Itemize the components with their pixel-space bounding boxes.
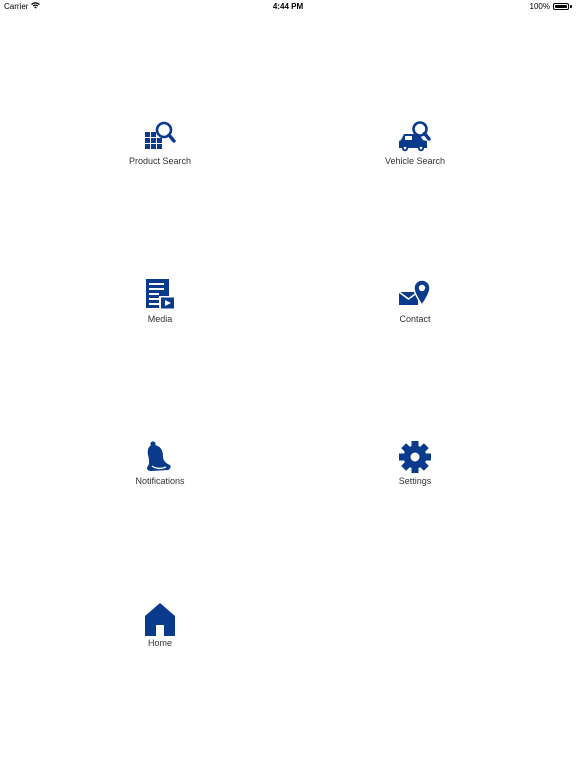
gear-icon bbox=[398, 440, 432, 474]
status-bar: Carrier 4:44 PM 100% bbox=[0, 0, 576, 12]
menu-item-contact[interactable]: Contact bbox=[335, 278, 495, 338]
battery-icon bbox=[553, 3, 569, 10]
notifications-icon bbox=[143, 440, 177, 474]
menu-item-product-search[interactable]: Product Search bbox=[80, 120, 240, 180]
menu-item-notifications[interactable]: Notifications bbox=[80, 440, 240, 500]
menu-item-home[interactable]: Home bbox=[80, 602, 240, 662]
menu-item-vehicle-search[interactable]: Vehicle Search bbox=[335, 120, 495, 180]
status-right: 100% bbox=[530, 2, 572, 11]
vehicle-search-icon bbox=[398, 120, 432, 154]
contact-icon bbox=[398, 278, 432, 312]
menu-item-label: Contact bbox=[399, 314, 431, 324]
menu-item-label: Product Search bbox=[128, 156, 192, 166]
home-icon bbox=[143, 602, 177, 636]
battery-percent: 100% bbox=[529, 2, 550, 11]
menu-item-label: Settings bbox=[398, 476, 432, 486]
menu-item-label: Notifications bbox=[135, 476, 185, 486]
battery-cap bbox=[570, 5, 572, 8]
menu-item-settings[interactable]: Settings bbox=[335, 440, 495, 500]
menu-item-media[interactable]: Media bbox=[80, 278, 240, 338]
media-icon bbox=[143, 278, 177, 312]
menu-item-label: Vehicle Search bbox=[384, 156, 446, 166]
battery-fill bbox=[555, 5, 567, 8]
menu-item-label: Home bbox=[147, 638, 172, 648]
status-time: 4:44 PM bbox=[272, 2, 304, 11]
menu-item-label: Media bbox=[147, 314, 173, 324]
product-search-icon bbox=[143, 120, 177, 154]
